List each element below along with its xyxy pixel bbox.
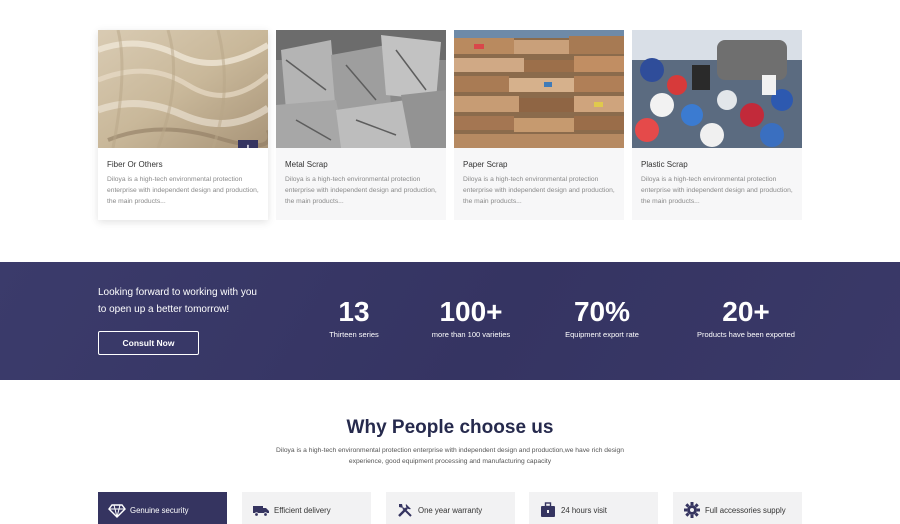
product-title[interactable]: Metal Scrap	[285, 160, 328, 169]
gear-icon	[683, 501, 701, 519]
truck-icon	[252, 501, 270, 519]
expand-plus-button[interactable]: +	[238, 140, 258, 148]
why-desc-line-1: Diloya is a high-tech environmental prot…	[276, 447, 624, 454]
why-description: Diloya is a high-tech environmental prot…	[250, 446, 650, 467]
feature-tab-full-accessories-supply[interactable]: Full accessories supply	[673, 492, 802, 524]
product-description: Diloya is a high-tech environmental prot…	[463, 176, 615, 205]
stat-label: Equipment export rate	[565, 330, 639, 339]
stat-value: 20+	[722, 296, 770, 327]
product-title[interactable]: Paper Scrap	[463, 160, 507, 169]
tagline-line-2: to open up a better tomorrow!	[98, 304, 230, 315]
feature-tab-genuine-security[interactable]: Genuine security	[98, 492, 227, 524]
why-heading: Why People choose us	[346, 417, 554, 438]
feature-tab-24-hours-visit[interactable]: 24 hours visit	[529, 492, 658, 524]
page: + Fiber Or Others Diloya is a high-tech …	[0, 0, 900, 524]
stat-label: Thirteen series	[329, 330, 379, 339]
product-description: Diloya is a high-tech environmental prot…	[641, 176, 793, 205]
stat-value: 70%	[573, 296, 631, 327]
product-image-metal	[276, 30, 446, 148]
feature-label: Efficient delivery	[274, 506, 331, 515]
product-title[interactable]: Plastic Scrap	[641, 160, 688, 169]
stat-export-rate: 70% Equipment export rate	[552, 296, 652, 339]
product-image-fiber: +	[98, 30, 268, 148]
stat-value: 100+	[439, 296, 503, 327]
product-image-paper	[454, 30, 624, 148]
product-grid: + Fiber Or Others Diloya is a high-tech …	[98, 30, 802, 220]
stats-band: Looking forward to working with you to o…	[0, 262, 900, 380]
consult-now-button[interactable]: Consult Now	[98, 331, 199, 355]
briefcase-icon	[539, 501, 557, 519]
product-image-plastic	[632, 30, 802, 148]
stat-label: Products have been exported	[697, 330, 795, 339]
feature-label: 24 hours visit	[561, 506, 607, 515]
why-desc-line-2: experience, good equipment processing an…	[348, 457, 552, 465]
stat-exported: 20+ Products have been exported	[680, 296, 812, 339]
tagline-line-1: Looking forward to working with you	[98, 287, 257, 298]
product-description: Diloya is a high-tech environmental prot…	[107, 176, 259, 205]
stat-varieties: 100+ more than 100 varieties	[421, 296, 521, 339]
product-card-metal[interactable]: Metal Scrap Diloya is a high-tech enviro…	[276, 30, 446, 220]
stat-label: more than 100 varieties	[431, 330, 511, 339]
stat-series: 13 Thirteen series	[314, 296, 394, 339]
band-tagline: Looking forward to working with you to o…	[98, 284, 288, 318]
product-card-plastic[interactable]: Plastic Scrap Diloya is a high-tech envi…	[632, 30, 802, 220]
product-title[interactable]: Fiber Or Others	[107, 160, 163, 169]
product-description: Diloya is a high-tech environmental prot…	[285, 176, 437, 205]
tools-icon	[396, 501, 414, 519]
product-card-fiber[interactable]: + Fiber Or Others Diloya is a high-tech …	[98, 30, 268, 220]
feature-label: Full accessories supply	[705, 506, 786, 515]
section-heading-fragment	[420, 0, 540, 2]
feature-tab-efficient-delivery[interactable]: Efficient delivery	[242, 492, 371, 524]
feature-tab-one-year-warranty[interactable]: One year warranty	[386, 492, 515, 524]
stat-value: 13	[338, 296, 370, 327]
feature-tabs: Genuine security Efficient delivery One …	[98, 492, 802, 524]
feature-label: Genuine security	[130, 506, 189, 515]
product-card-paper[interactable]: Paper Scrap Diloya is a high-tech enviro…	[454, 30, 624, 220]
diamond-icon	[108, 501, 126, 519]
feature-label: One year warranty	[418, 506, 483, 515]
